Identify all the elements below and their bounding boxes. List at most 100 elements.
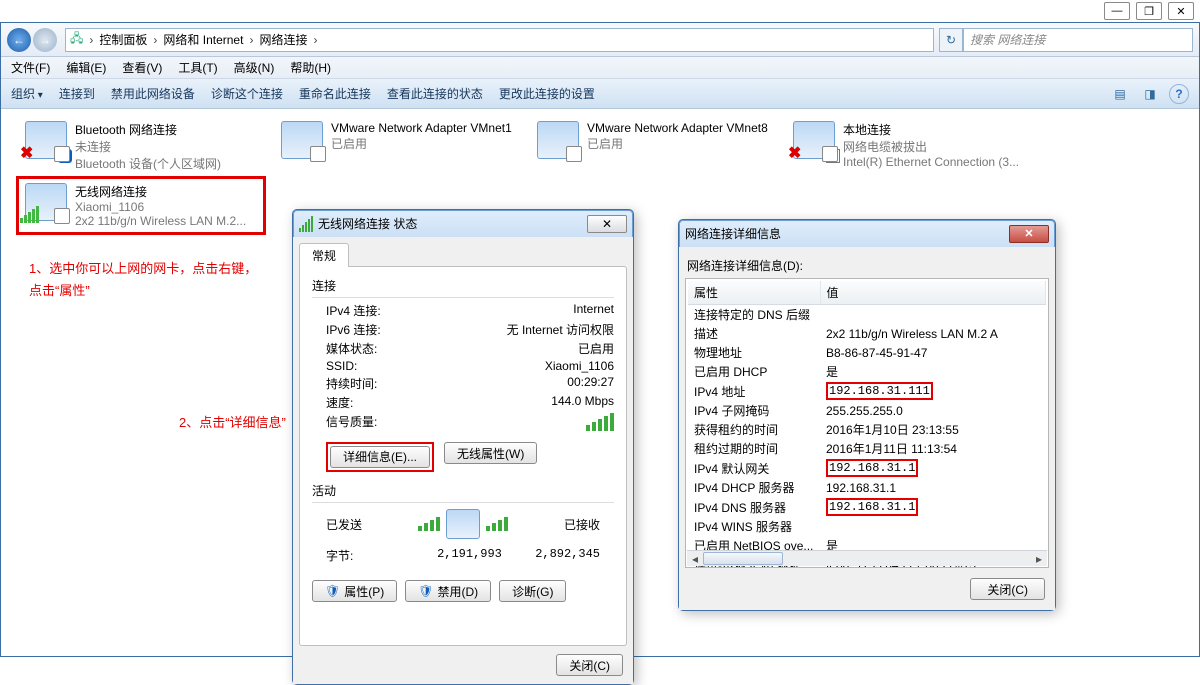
- signal-icon: [299, 216, 313, 232]
- help-icon: ?: [1175, 87, 1182, 101]
- view-mode-icon: ▤: [1114, 87, 1125, 101]
- crumb-control-panel[interactable]: 控制面板: [95, 31, 151, 48]
- close-button[interactable]: ✕: [1168, 2, 1194, 20]
- col-property[interactable]: 属性: [688, 281, 820, 305]
- annotation-2: 2、点击“详细信息”: [179, 412, 286, 431]
- prop-value: 192.168.31.111: [820, 381, 1046, 401]
- details-row[interactable]: 已启用 DHCP是: [688, 362, 1046, 381]
- details-dialog-title: 网络连接详细信息: [685, 225, 781, 242]
- menu-advanced[interactable]: 高级(N): [234, 59, 275, 76]
- prop-name: 获得租约的时间: [688, 420, 820, 439]
- details-row[interactable]: 描述2x2 11b/g/n Wireless LAN M.2 A: [688, 324, 1046, 343]
- scroll-thumb[interactable]: [703, 552, 783, 565]
- label-sent: 已发送: [326, 516, 362, 533]
- restore-button[interactable]: ❐: [1136, 2, 1162, 20]
- connection-local[interactable]: ✖ ⎓ 本地连接 网络电缆被拔出 Intel(R) Ethernet Conne…: [787, 117, 1037, 173]
- forward-button[interactable]: →: [33, 28, 57, 52]
- prop-value: B8-86-87-45-91-47: [820, 343, 1046, 362]
- status-dialog-titlebar[interactable]: 无线网络连接 状态 ✕: [293, 210, 633, 237]
- menu-view[interactable]: 查看(V): [122, 59, 162, 76]
- menu-help[interactable]: 帮助(H): [290, 59, 331, 76]
- details-row[interactable]: IPv4 子网掩码255.255.255.0: [688, 401, 1046, 420]
- details-row[interactable]: IPv4 WINS 服务器: [688, 517, 1046, 536]
- status-close-button[interactable]: 关闭(C): [556, 654, 623, 676]
- details-row[interactable]: 连接特定的 DNS 后缀: [688, 305, 1046, 325]
- details-button[interactable]: 详细信息(E)...: [330, 446, 430, 468]
- details-row[interactable]: IPv4 默认网关192.168.31.1: [688, 458, 1046, 478]
- connection-wireless-selected[interactable]: 无线网络连接 Xiaomi_1106 2x2 11b/g/n Wireless …: [16, 176, 266, 235]
- details-close-button[interactable]: 关闭(C): [970, 578, 1045, 600]
- menu-edit[interactable]: 编辑(E): [66, 59, 106, 76]
- details-dialog-titlebar[interactable]: 网络连接详细信息 ✕: [679, 220, 1055, 247]
- details-row[interactable]: 物理地址B8-86-87-45-91-47: [688, 343, 1046, 362]
- details-row[interactable]: 租约过期的时间2016年1月11日 11:13:54: [688, 439, 1046, 458]
- preview-pane-button[interactable]: ◨: [1139, 84, 1161, 104]
- shield-icon: 🛡: [325, 584, 340, 598]
- tab-general[interactable]: 常规: [299, 243, 349, 267]
- col-value[interactable]: 值: [820, 281, 1046, 305]
- status-dialog-title: 无线网络连接 状态: [318, 215, 417, 232]
- connection-title: 无线网络连接: [75, 183, 246, 200]
- tool-disable[interactable]: 禁用此网络设备: [111, 85, 195, 102]
- details-row[interactable]: IPv4 地址192.168.31.111: [688, 381, 1046, 401]
- prop-value: [820, 517, 1046, 536]
- connection-vmnet1[interactable]: VMware Network Adapter VMnet1 已启用: [275, 117, 525, 163]
- details-dialog: 网络连接详细信息 ✕ 网络连接详细信息(D): 属性 值 连接特定的 DNS 后…: [678, 219, 1056, 611]
- ethernet-icon: ⎓: [826, 149, 840, 163]
- horizontal-scrollbar[interactable]: ◂ ▸: [687, 550, 1047, 566]
- prop-value: 2016年1月11日 11:13:54: [820, 439, 1046, 458]
- search-placeholder: 搜索 网络连接: [970, 31, 1045, 48]
- view-mode-button[interactable]: ▤: [1109, 84, 1131, 104]
- prop-name: IPv4 WINS 服务器: [688, 517, 820, 536]
- connection-status: 已启用: [587, 135, 768, 152]
- preview-pane-icon: ◨: [1144, 87, 1155, 101]
- connection-bluetooth[interactable]: ✖ ᛒ Bluetooth 网络连接 未连接 Bluetooth 设备(个人区域…: [19, 117, 269, 176]
- status-dialog-close[interactable]: ✕: [587, 215, 627, 233]
- tool-connect[interactable]: 连接到: [59, 85, 95, 102]
- prop-value: 192.168.31.1: [820, 458, 1046, 478]
- search-input[interactable]: 搜索 网络连接: [963, 28, 1193, 52]
- details-row[interactable]: IPv4 DNS 服务器192.168.31.1: [688, 497, 1046, 517]
- address-bar[interactable]: 🖧 控制面板 网络和 Internet 网络连接: [65, 28, 934, 52]
- menu-tools[interactable]: 工具(T): [178, 59, 217, 76]
- adapter-icon: [281, 121, 323, 159]
- details-dialog-close[interactable]: ✕: [1009, 225, 1049, 243]
- connection-device: 2x2 11b/g/n Wireless LAN M.2...: [75, 214, 246, 228]
- scroll-right-arrow[interactable]: ▸: [1031, 551, 1047, 566]
- connection-status: 网络电缆被拔出: [843, 138, 1019, 155]
- tool-status[interactable]: 查看此连接的状态: [387, 85, 483, 102]
- menu-bar: 文件(F) 编辑(E) 查看(V) 工具(T) 高级(N) 帮助(H): [1, 57, 1199, 79]
- minimize-button[interactable]: —: [1104, 2, 1130, 20]
- prop-value: 192.168.31.1: [820, 497, 1046, 517]
- details-row[interactable]: 获得租约的时间2016年1月10日 23:13:55: [688, 420, 1046, 439]
- wireless-properties-button[interactable]: 无线属性(W): [444, 442, 537, 464]
- connections-pane: ✖ ᛒ Bluetooth 网络连接 未连接 Bluetooth 设备(个人区域…: [1, 109, 1199, 656]
- scroll-left-arrow[interactable]: ◂: [687, 551, 703, 566]
- crumb-network-internet[interactable]: 网络和 Internet: [159, 31, 247, 48]
- window-controls: — ❐ ✕: [1104, 2, 1194, 20]
- tool-rename[interactable]: 重命名此连接: [299, 85, 371, 102]
- tool-organize[interactable]: 组织: [11, 85, 43, 102]
- crumb-network-connections[interactable]: 网络连接: [255, 31, 311, 48]
- properties-button[interactable]: 🛡属性(P): [312, 580, 397, 602]
- signal-bars-icon: [586, 413, 614, 431]
- adapter-icon: ✖ ᛒ: [25, 121, 67, 159]
- explorer-window: ← → 🖧 控制面板 网络和 Internet 网络连接 ↻ 搜索 网络连接 文…: [0, 22, 1200, 657]
- tool-diagnose[interactable]: 诊断这个连接: [211, 85, 283, 102]
- back-button[interactable]: ←: [7, 28, 31, 52]
- details-row[interactable]: IPv4 DHCP 服务器192.168.31.1: [688, 478, 1046, 497]
- connection-title: 本地连接: [843, 121, 1019, 138]
- bluetooth-icon: ᛒ: [58, 149, 72, 163]
- refresh-button[interactable]: ↻: [939, 28, 963, 52]
- connection-vmnet8[interactable]: VMware Network Adapter VMnet8 已启用: [531, 117, 781, 163]
- disable-button[interactable]: 🛡禁用(D): [405, 580, 491, 602]
- diagnose-button[interactable]: 诊断(G): [499, 580, 566, 602]
- minimize-icon: —: [1112, 5, 1123, 17]
- disconnected-icon: ✖: [788, 143, 801, 163]
- refresh-icon: ↻: [946, 33, 956, 47]
- prop-name: 租约过期的时间: [688, 439, 820, 458]
- prop-name: IPv4 子网掩码: [688, 401, 820, 420]
- tool-settings[interactable]: 更改此连接的设置: [499, 85, 595, 102]
- menu-file[interactable]: 文件(F): [11, 59, 50, 76]
- help-button[interactable]: ?: [1169, 84, 1189, 104]
